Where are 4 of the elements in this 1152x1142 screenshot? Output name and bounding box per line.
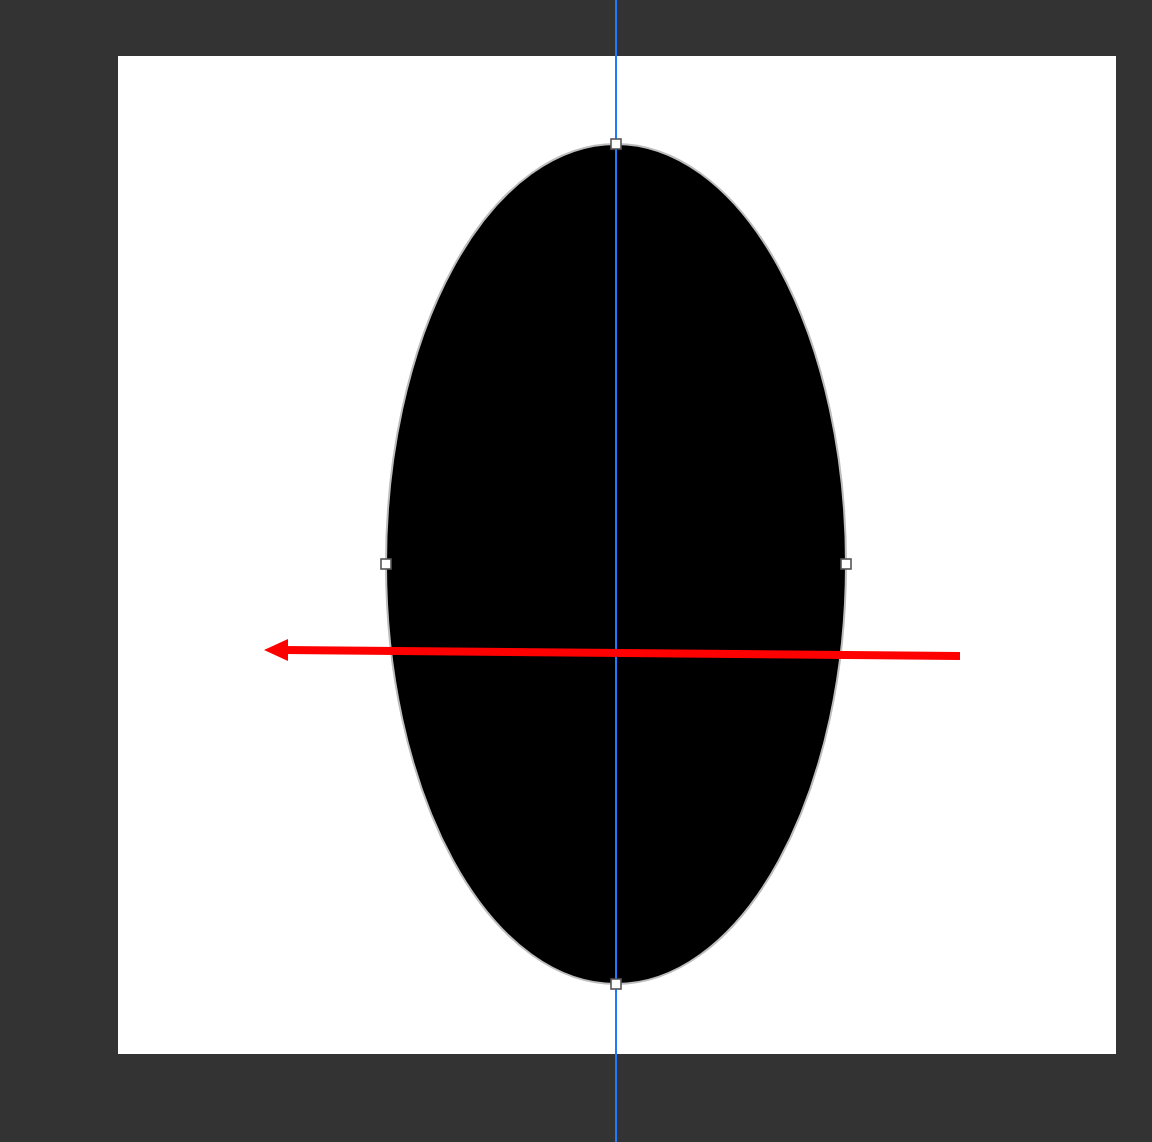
anchor-point-handle[interactable] — [380, 558, 392, 570]
anchor-point-handle[interactable] — [840, 558, 852, 570]
anchor-point-handle[interactable] — [610, 138, 622, 150]
anchor-point-handle[interactable] — [610, 978, 622, 990]
